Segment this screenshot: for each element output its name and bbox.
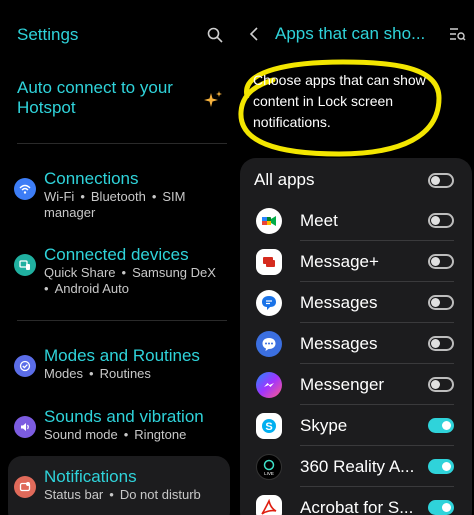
- lock-screen-apps-pane: Apps that can sho... Choose apps that ca…: [237, 0, 474, 515]
- menu-item-subtitle: Status bar • Do not disturb: [44, 487, 201, 502]
- app-row-message-plus[interactable]: Message+: [256, 241, 454, 282]
- menu-item-title: Modes and Routines: [44, 346, 200, 365]
- app-row-messenger[interactable]: Messenger: [256, 364, 454, 405]
- filter-search-icon[interactable]: [448, 25, 466, 43]
- modes-icon: [14, 355, 36, 377]
- all-apps-row[interactable]: All apps: [254, 169, 454, 191]
- menu-item-subtitle: Wi-Fi • Bluetooth • SIM manager: [44, 189, 186, 220]
- app-name: Message+: [300, 251, 379, 271]
- samsung-messages-icon: [256, 330, 282, 357]
- app-toggle[interactable]: [428, 500, 454, 515]
- wifi-icon: [14, 178, 36, 200]
- google-messages-icon: [256, 289, 282, 316]
- menu-item-connected-devices[interactable]: Connected devices Quick Share • Samsung De…: [10, 244, 230, 297]
- menu-item-notifications[interactable]: Notifications Status bar • Do not disturb: [8, 456, 230, 515]
- menu-item-sounds-vibration[interactable]: Sounds and vibration Sound mode • Ringtone: [10, 406, 230, 443]
- svg-text:LIVE: LIVE: [264, 471, 274, 476]
- app-toggle[interactable]: [428, 418, 454, 433]
- app-toggle[interactable]: [428, 336, 454, 351]
- live-icon: LIVE: [256, 453, 282, 480]
- app-name: Meet: [300, 210, 338, 230]
- hotspot-suggestion[interactable]: Auto connect to your Hotspot: [17, 78, 222, 118]
- app-toggle[interactable]: [428, 254, 454, 269]
- app-row-360-reality[interactable]: LIVE 360 Reality A...: [256, 446, 454, 487]
- settings-header: Settings: [17, 24, 223, 46]
- message-plus-icon: [256, 248, 282, 275]
- app-name: Messages: [300, 333, 378, 353]
- menu-item-connections[interactable]: Connections Wi-Fi • Bluetooth • SIM manager: [10, 168, 230, 221]
- apps-list-card: All apps Meet Message+ Messages Messages…: [240, 158, 472, 515]
- app-name: 360 Reality A...: [300, 456, 415, 476]
- back-arrow-icon[interactable]: [247, 26, 263, 42]
- app-toggle[interactable]: [428, 377, 454, 392]
- messenger-icon: [256, 371, 282, 398]
- meet-icon: [256, 207, 282, 234]
- menu-item-subtitle: Quick Share • Samsung DeX • Android Auto: [44, 265, 216, 296]
- app-row-google-messages[interactable]: Messages: [256, 282, 454, 323]
- devices-icon: [14, 254, 36, 276]
- app-toggle[interactable]: [428, 295, 454, 310]
- detail-title: Apps that can sho...: [275, 24, 426, 43]
- menu-item-title: Connections: [44, 169, 139, 188]
- menu-item-title: Notifications: [44, 467, 137, 486]
- app-name: Messages: [300, 292, 378, 312]
- app-name: Skype: [300, 415, 348, 435]
- all-apps-toggle[interactable]: [428, 172, 454, 188]
- menu-item-title: Sounds and vibration: [44, 407, 204, 426]
- app-toggle[interactable]: [428, 459, 454, 474]
- app-row-meet[interactable]: Meet: [256, 200, 454, 241]
- detail-header: Apps that can sho...: [247, 22, 466, 46]
- acrobat-icon: [256, 494, 282, 515]
- sound-icon: [14, 416, 36, 438]
- description-text: Choose apps that can show content in Loc…: [253, 72, 426, 130]
- svg-text:S: S: [265, 421, 272, 433]
- all-apps-label: All apps: [254, 170, 315, 189]
- menu-item-subtitle: Modes • Routines: [44, 366, 151, 381]
- settings-title: Settings: [17, 25, 79, 44]
- app-row-acrobat[interactable]: Acrobat for S...: [256, 487, 454, 515]
- menu-item-modes-routines[interactable]: Modes and Routines Modes • Routines: [10, 345, 230, 382]
- menu-item-title: Connected devices: [44, 245, 189, 264]
- menu-item-subtitle: Sound mode • Ringtone: [44, 427, 187, 442]
- bell-icon: [14, 476, 36, 498]
- section-divider: [17, 143, 227, 144]
- app-toggle[interactable]: [428, 213, 454, 228]
- settings-pane: Settings Auto connect to your Hotspot Co…: [0, 0, 237, 515]
- app-name: Acrobat for S...: [300, 497, 414, 515]
- search-icon[interactable]: [207, 27, 223, 43]
- skype-icon: S: [256, 412, 282, 439]
- hotspot-text: Auto connect to your Hotspot: [17, 78, 173, 117]
- section-divider: [17, 320, 227, 321]
- app-name: Messenger: [300, 374, 385, 394]
- sparkle-icon: [204, 91, 222, 107]
- app-row-samsung-messages[interactable]: Messages: [256, 323, 454, 364]
- app-row-skype[interactable]: S Skype: [256, 405, 454, 446]
